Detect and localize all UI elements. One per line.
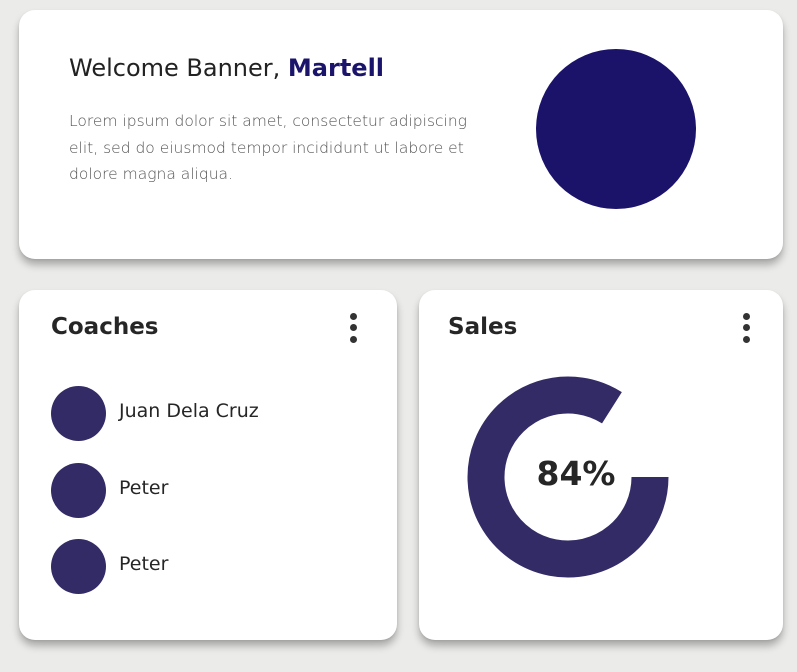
banner-body-text: Lorem ipsum dolor sit amet, consectetur … [69,112,467,183]
coach-name: Juan Dela Cruz [119,400,259,422]
banner-title: Welcome Banner, Martell [69,54,384,82]
coach-avatar [51,386,106,441]
sales-title: Sales [448,314,518,340]
sales-card: Sales 84% [419,290,783,640]
banner-title-prefix: Welcome Banner, [69,54,288,82]
coach-list-item[interactable]: Peter [51,539,351,595]
coach-avatar [51,539,106,594]
sales-percent-value: 84% [536,453,616,493]
coaches-card: Coaches Juan Dela Cruz Peter Peter [19,290,397,640]
coaches-more-options-icon[interactable] [346,312,362,346]
welcome-banner-card: Welcome Banner, Martell Lorem ipsum dolo… [19,10,783,259]
coaches-title: Coaches [51,314,159,340]
coach-name: Peter [119,477,169,499]
banner-illustration-circle [536,49,696,209]
coach-name: Peter [119,553,169,575]
banner-user-name: Martell [287,54,385,82]
coach-list-item[interactable]: Juan Dela Cruz [51,386,351,442]
sales-more-options-icon[interactable] [739,312,755,346]
coach-avatar [51,463,106,518]
coach-list-item[interactable]: Peter [51,463,351,519]
